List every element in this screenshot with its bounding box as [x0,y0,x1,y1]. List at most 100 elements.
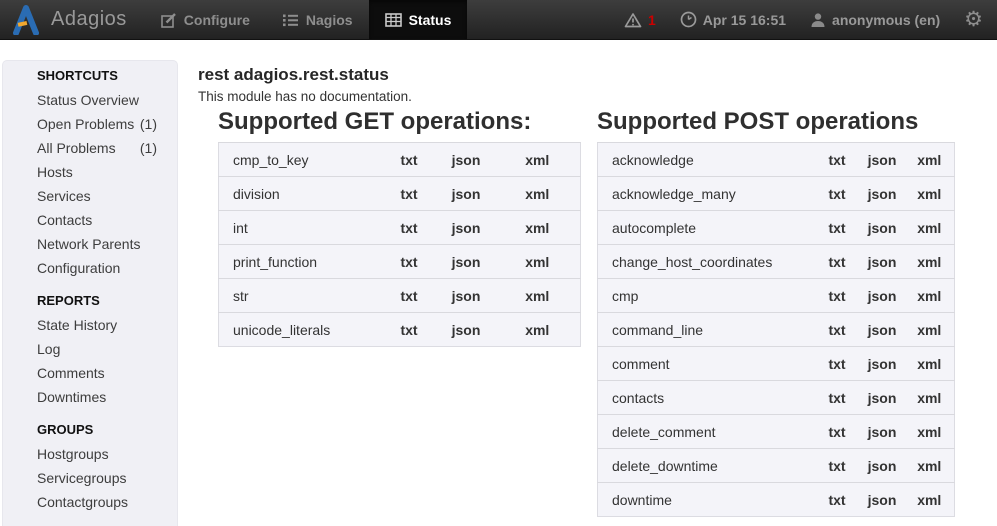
xml-link[interactable]: xml [905,381,955,415]
sidebar-item[interactable]: Configuration [3,256,177,280]
txt-link[interactable]: txt [815,211,860,245]
nav-item-status[interactable]: Status [369,0,468,39]
sidebar-item-label: State History [37,313,117,337]
nav-item-nagios[interactable]: Nagios [266,0,369,39]
txt-link[interactable]: txt [381,211,438,245]
xml-link[interactable]: xml [495,279,581,313]
sidebar-item-label: Network Parents [37,232,140,256]
txt-link[interactable]: txt [381,245,438,279]
xml-link[interactable]: xml [495,245,581,279]
txt-link[interactable]: txt [381,313,438,347]
sidebar-item[interactable]: State History [3,313,177,337]
xml-link[interactable]: xml [905,143,955,177]
json-link[interactable]: json [860,245,905,279]
xml-link[interactable]: xml [495,177,581,211]
brand-home-link[interactable]: Adagios [0,0,145,39]
json-link[interactable]: json [438,245,495,279]
xml-link[interactable]: xml [495,313,581,347]
nav-item-label: Nagios [306,12,353,28]
xml-link[interactable]: xml [905,449,955,483]
txt-link[interactable]: txt [815,381,860,415]
txt-link[interactable]: txt [815,347,860,381]
txt-link[interactable]: txt [815,449,860,483]
sidebar-item-label: Comments [37,361,105,385]
sidebar-item-label: Log [37,337,60,361]
xml-link[interactable]: xml [905,347,955,381]
operation-row: unicode_literals txt json xml [219,313,581,347]
xml-link[interactable]: xml [905,313,955,347]
operation-row: downtime txt json xml [598,483,955,517]
sidebar-item[interactable]: All Problems (1) [3,136,177,160]
operation-row: str txt json xml [219,279,581,313]
operation-name: unicode_literals [219,313,381,347]
sidebar-item-label: Hosts [37,160,73,184]
sidebar-list-groups: Hostgroups Servicegroups Contactgroups [3,442,177,514]
operation-name: delete_downtime [598,449,815,483]
sidebar-item[interactable]: Network Parents [3,232,177,256]
sidebar-item[interactable]: Servicegroups [3,466,177,490]
json-link[interactable]: json [860,483,905,517]
txt-link[interactable]: txt [815,483,860,517]
json-link[interactable]: json [438,211,495,245]
json-link[interactable]: json [860,415,905,449]
nav-item-configure[interactable]: Configure [145,0,266,39]
txt-link[interactable]: txt [815,313,860,347]
txt-link[interactable]: txt [381,279,438,313]
json-link[interactable]: json [860,279,905,313]
sidebar-item[interactable]: Open Problems (1) [3,112,177,136]
json-link[interactable]: json [860,143,905,177]
sidebar-item[interactable]: Hosts [3,160,177,184]
xml-link[interactable]: xml [905,483,955,517]
txt-link[interactable]: txt [815,279,860,313]
xml-link[interactable]: xml [905,415,955,449]
sidebar-item[interactable]: Comments [3,361,177,385]
sidebar-item[interactable]: Services [3,184,177,208]
json-link[interactable]: json [860,313,905,347]
xml-link[interactable]: xml [905,279,955,313]
json-link[interactable]: json [860,211,905,245]
sidebar-item-label: Configuration [37,256,120,280]
alerts-indicator[interactable]: 1 [624,12,656,28]
xml-link[interactable]: xml [905,177,955,211]
clock-menu[interactable]: Apr 15 16:51 [680,11,786,28]
json-link[interactable]: json [860,177,905,211]
json-link[interactable]: json [860,449,905,483]
txt-link[interactable]: txt [815,177,860,211]
gear-icon[interactable]: ⚙ [964,9,983,30]
xml-link[interactable]: xml [905,211,955,245]
xml-link[interactable]: xml [495,211,581,245]
json-link[interactable]: json [860,347,905,381]
operation-name: int [219,211,381,245]
txt-link[interactable]: txt [381,177,438,211]
navbar: Adagios Configure [0,0,997,40]
json-link[interactable]: json [438,177,495,211]
sidebar-section-title: REPORTS [3,289,177,313]
json-link[interactable]: json [860,381,905,415]
sidebar-item[interactable]: Status Overview [3,88,177,112]
json-link[interactable]: json [438,313,495,347]
operation-row: acknowledge txt json xml [598,143,955,177]
xml-link[interactable]: xml [495,143,581,177]
post-operations-heading: Supported POST operations [597,107,955,137]
sidebar-item[interactable]: Log [3,337,177,361]
list-icon [282,12,299,28]
get-operations-table: cmp_to_key txt json xml division txt jso… [218,142,581,347]
sidebar-item[interactable]: Hostgroups [3,442,177,466]
txt-link[interactable]: txt [381,143,438,177]
sidebar-item[interactable]: Contacts [3,208,177,232]
json-link[interactable]: json [438,279,495,313]
json-link[interactable]: json [438,143,495,177]
sidebar-item[interactable]: Contactgroups [3,490,177,514]
sidebar-item[interactable]: Downtimes [3,385,177,409]
operation-name: change_host_coordinates [598,245,815,279]
txt-link[interactable]: txt [815,415,860,449]
xml-link[interactable]: xml [905,245,955,279]
user-icon [810,12,826,28]
sidebar-item-label: Open Problems [37,112,134,136]
sidebar-section-title: SHORTCUTS [3,64,177,88]
user-menu[interactable]: anonymous (en) [810,12,940,28]
sidebar-list-shortcuts: Status Overview Open Problems (1) All Pr… [3,88,177,280]
sidebar-item-label: Services [37,184,91,208]
txt-link[interactable]: txt [815,143,860,177]
txt-link[interactable]: txt [815,245,860,279]
